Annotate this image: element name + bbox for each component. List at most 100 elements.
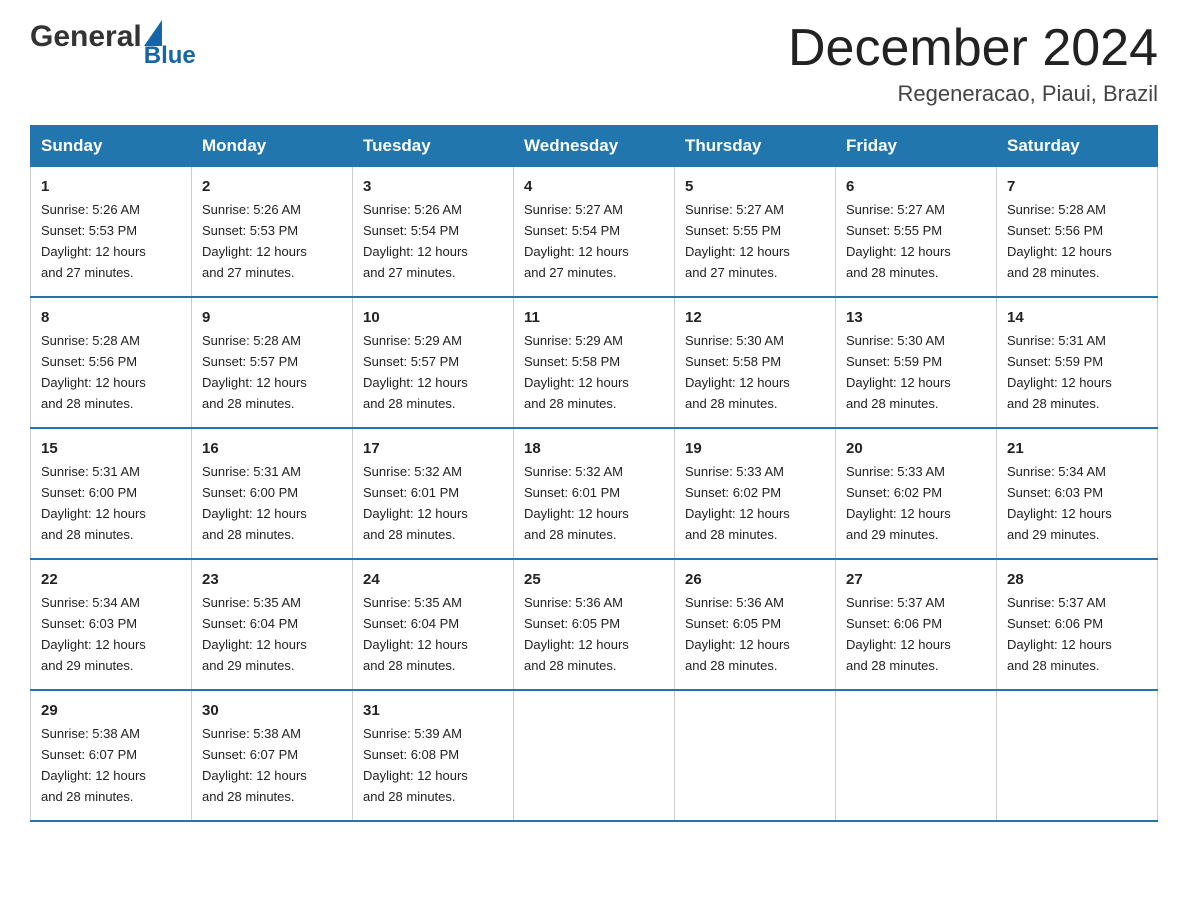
day-info: Sunrise: 5:30 AMSunset: 5:59 PMDaylight:… — [846, 333, 951, 411]
day-number: 30 — [202, 699, 342, 722]
day-info: Sunrise: 5:31 AMSunset: 5:59 PMDaylight:… — [1007, 333, 1112, 411]
day-number: 4 — [524, 175, 664, 198]
day-info: Sunrise: 5:35 AMSunset: 6:04 PMDaylight:… — [202, 595, 307, 673]
calendar-cell: 19 Sunrise: 5:33 AMSunset: 6:02 PMDayligh… — [675, 428, 836, 559]
calendar-week-row: 1 Sunrise: 5:26 AMSunset: 5:53 PMDaylight… — [31, 167, 1158, 297]
calendar-cell: 29Sunrise: 5:38 AMSunset: 6:07 PMDayligh… — [31, 690, 192, 821]
day-info: Sunrise: 5:38 AMSunset: 6:07 PMDaylight:… — [41, 726, 146, 804]
logo-blue-text: Blue — [144, 44, 196, 68]
day-info: Sunrise: 5:37 AMSunset: 6:06 PMDaylight:… — [846, 595, 951, 673]
calendar-cell: 26Sunrise: 5:36 AMSunset: 6:05 PMDayligh… — [675, 559, 836, 690]
calendar-header: SundayMondayTuesdayWednesdayThursdayFrid… — [31, 126, 1158, 167]
logo-general-text: General — [30, 20, 142, 54]
day-info: Sunrise: 5:32 AMSunset: 6:01 PMDaylight:… — [363, 464, 468, 542]
day-info: Sunrise: 5:27 AMSunset: 5:55 PMDaylight:… — [846, 202, 951, 280]
day-number: 18 — [524, 437, 664, 460]
calendar-cell — [675, 690, 836, 821]
weekday-header-row: SundayMondayTuesdayWednesdayThursdayFrid… — [31, 126, 1158, 167]
calendar-cell — [836, 690, 997, 821]
logo: General Blue — [30, 20, 196, 68]
day-number: 16 — [202, 437, 342, 460]
calendar-cell: 22Sunrise: 5:34 AMSunset: 6:03 PMDayligh… — [31, 559, 192, 690]
day-info: Sunrise: 5:38 AMSunset: 6:07 PMDaylight:… — [202, 726, 307, 804]
day-info: Sunrise: 5:28 AMSunset: 5:57 PMDaylight:… — [202, 333, 307, 411]
page-header: General Blue December 2024 Regeneracao, … — [30, 20, 1158, 107]
weekday-header-sunday: Sunday — [31, 126, 192, 167]
day-number: 7 — [1007, 175, 1147, 198]
calendar-cell: 20 Sunrise: 5:33 AMSunset: 6:02 PMDayligh… — [836, 428, 997, 559]
logo-blue-col: Blue — [144, 20, 196, 68]
day-number: 6 — [846, 175, 986, 198]
calendar-cell: 27Sunrise: 5:37 AMSunset: 6:06 PMDayligh… — [836, 559, 997, 690]
calendar-cell: 14 Sunrise: 5:31 AMSunset: 5:59 PMDayligh… — [997, 297, 1158, 428]
day-info: Sunrise: 5:34 AMSunset: 6:03 PMDaylight:… — [41, 595, 146, 673]
calendar-cell: 4 Sunrise: 5:27 AMSunset: 5:54 PMDaylight… — [514, 167, 675, 297]
day-number: 5 — [685, 175, 825, 198]
day-info: Sunrise: 5:29 AMSunset: 5:58 PMDaylight:… — [524, 333, 629, 411]
day-number: 13 — [846, 306, 986, 329]
day-info: Sunrise: 5:34 AMSunset: 6:03 PMDaylight:… — [1007, 464, 1112, 542]
day-info: Sunrise: 5:33 AMSunset: 6:02 PMDaylight:… — [846, 464, 951, 542]
calendar-cell: 18Sunrise: 5:32 AMSunset: 6:01 PMDayligh… — [514, 428, 675, 559]
calendar-title: December 2024 — [788, 20, 1158, 77]
day-number: 11 — [524, 306, 664, 329]
day-info: Sunrise: 5:35 AMSunset: 6:04 PMDaylight:… — [363, 595, 468, 673]
calendar-cell — [514, 690, 675, 821]
day-info: Sunrise: 5:29 AMSunset: 5:57 PMDaylight:… — [363, 333, 468, 411]
weekday-header-monday: Monday — [192, 126, 353, 167]
day-number: 3 — [363, 175, 503, 198]
day-number: 19 — [685, 437, 825, 460]
day-number: 28 — [1007, 568, 1147, 591]
calendar-cell: 23 Sunrise: 5:35 AMSunset: 6:04 PMDayligh… — [192, 559, 353, 690]
day-number: 24 — [363, 568, 503, 591]
day-number: 2 — [202, 175, 342, 198]
calendar-cell: 11 Sunrise: 5:29 AMSunset: 5:58 PMDayligh… — [514, 297, 675, 428]
calendar-cell: 13 Sunrise: 5:30 AMSunset: 5:59 PMDayligh… — [836, 297, 997, 428]
calendar-cell: 28 Sunrise: 5:37 AMSunset: 6:06 PMDayligh… — [997, 559, 1158, 690]
title-area: December 2024 Regeneracao, Piaui, Brazil — [788, 20, 1158, 107]
weekday-header-saturday: Saturday — [997, 126, 1158, 167]
calendar-body: 1 Sunrise: 5:26 AMSunset: 5:53 PMDaylight… — [31, 167, 1158, 821]
day-number: 14 — [1007, 306, 1147, 329]
weekday-header-tuesday: Tuesday — [353, 126, 514, 167]
calendar-cell: 1 Sunrise: 5:26 AMSunset: 5:53 PMDaylight… — [31, 167, 192, 297]
day-info: Sunrise: 5:31 AMSunset: 6:00 PMDaylight:… — [41, 464, 146, 542]
day-info: Sunrise: 5:33 AMSunset: 6:02 PMDaylight:… — [685, 464, 790, 542]
calendar-cell: 7 Sunrise: 5:28 AMSunset: 5:56 PMDaylight… — [997, 167, 1158, 297]
day-info: Sunrise: 5:30 AMSunset: 5:58 PMDaylight:… — [685, 333, 790, 411]
day-info: Sunrise: 5:26 AMSunset: 5:53 PMDaylight:… — [41, 202, 146, 280]
calendar-week-row: 22Sunrise: 5:34 AMSunset: 6:03 PMDayligh… — [31, 559, 1158, 690]
calendar-week-row: 8 Sunrise: 5:28 AMSunset: 5:56 PMDaylight… — [31, 297, 1158, 428]
day-number: 8 — [41, 306, 181, 329]
calendar-cell: 17Sunrise: 5:32 AMSunset: 6:01 PMDayligh… — [353, 428, 514, 559]
calendar-cell — [997, 690, 1158, 821]
calendar-cell: 10Sunrise: 5:29 AMSunset: 5:57 PMDayligh… — [353, 297, 514, 428]
day-number: 23 — [202, 568, 342, 591]
calendar-cell: 6 Sunrise: 5:27 AMSunset: 5:55 PMDaylight… — [836, 167, 997, 297]
calendar-cell: 5Sunrise: 5:27 AMSunset: 5:55 PMDaylight… — [675, 167, 836, 297]
day-number: 20 — [846, 437, 986, 460]
day-info: Sunrise: 5:39 AMSunset: 6:08 PMDaylight:… — [363, 726, 468, 804]
day-info: Sunrise: 5:26 AMSunset: 5:53 PMDaylight:… — [202, 202, 307, 280]
day-number: 15 — [41, 437, 181, 460]
weekday-header-thursday: Thursday — [675, 126, 836, 167]
calendar-cell: 24 Sunrise: 5:35 AMSunset: 6:04 PMDayligh… — [353, 559, 514, 690]
calendar-cell: 3Sunrise: 5:26 AMSunset: 5:54 PMDaylight… — [353, 167, 514, 297]
day-info: Sunrise: 5:27 AMSunset: 5:54 PMDaylight:… — [524, 202, 629, 280]
day-number: 25 — [524, 568, 664, 591]
day-info: Sunrise: 5:37 AMSunset: 6:06 PMDaylight:… — [1007, 595, 1112, 673]
calendar-table: SundayMondayTuesdayWednesdayThursdayFrid… — [30, 125, 1158, 822]
day-info: Sunrise: 5:28 AMSunset: 5:56 PMDaylight:… — [41, 333, 146, 411]
calendar-week-row: 29Sunrise: 5:38 AMSunset: 6:07 PMDayligh… — [31, 690, 1158, 821]
calendar-cell: 25 Sunrise: 5:36 AMSunset: 6:05 PMDayligh… — [514, 559, 675, 690]
day-number: 9 — [202, 306, 342, 329]
day-number: 1 — [41, 175, 181, 198]
calendar-subtitle: Regeneracao, Piaui, Brazil — [788, 81, 1158, 107]
weekday-header-friday: Friday — [836, 126, 997, 167]
calendar-cell: 2 Sunrise: 5:26 AMSunset: 5:53 PMDaylight… — [192, 167, 353, 297]
day-info: Sunrise: 5:36 AMSunset: 6:05 PMDaylight:… — [524, 595, 629, 673]
day-info: Sunrise: 5:28 AMSunset: 5:56 PMDaylight:… — [1007, 202, 1112, 280]
day-number: 21 — [1007, 437, 1147, 460]
day-number: 31 — [363, 699, 503, 722]
calendar-cell: 8 Sunrise: 5:28 AMSunset: 5:56 PMDaylight… — [31, 297, 192, 428]
